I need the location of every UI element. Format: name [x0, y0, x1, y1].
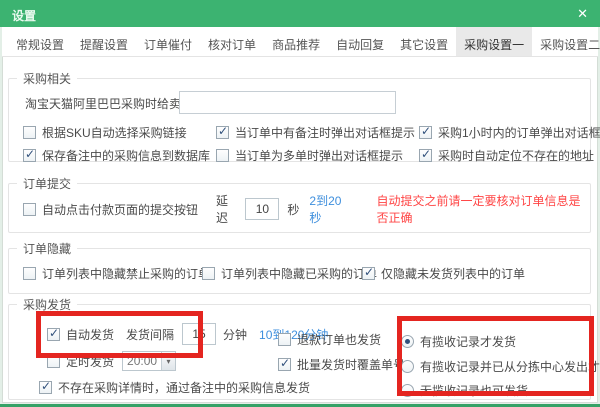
checkbox-icon	[216, 126, 229, 139]
tab-reminder-settings[interactable]: 提醒设置	[72, 27, 136, 56]
section-order-submit: 订单提交 自动点击付款页面的提交按钮 延迟 秒 2到20秒 自动提交之前请一定要…	[8, 183, 591, 233]
tab-general-settings[interactable]: 常规设置	[8, 27, 72, 56]
checkbox-icon	[47, 355, 60, 368]
ship-interval-unit: 分钟	[223, 326, 247, 343]
tab-order-payment-reminder[interactable]: 订单催付	[136, 27, 200, 56]
title-bar: 设置 ✕	[0, 0, 600, 27]
tab-purchase-settings-1[interactable]: 采购设置一	[456, 27, 532, 56]
ship-interval-label: 发货间隔	[126, 326, 174, 343]
section-title: 采购相关	[17, 70, 77, 87]
checkbox-ship-by-remark-info[interactable]: 不存在采购详情时，通过备注中的采购信息发货	[39, 379, 310, 396]
tab-product-recommend[interactable]: 商品推荐	[264, 27, 328, 56]
checkbox-icon	[23, 149, 36, 162]
spinner-dropdown-icon[interactable]: ▾	[161, 352, 175, 370]
checkbox-multi-order-dialog[interactable]: 当订单为多单时弹出对话框提示	[216, 147, 403, 164]
checkbox-remark-dialog[interactable]: 当订单中有备注时弹出对话框提示	[216, 124, 415, 141]
ship-interval-input[interactable]	[182, 323, 216, 345]
close-icon[interactable]: ✕	[577, 6, 588, 21]
section-title: 采购发货	[17, 296, 77, 313]
section-order-hide: 订单隐藏 订单列表中隐藏禁止采购的订单 订单列表中隐藏已采购的订单 仅隐藏未发货…	[8, 248, 591, 294]
checkbox-icon	[419, 149, 432, 162]
checkbox-icon	[39, 381, 52, 394]
checkbox-batch-overwrite-tracking[interactable]: 批量发货时覆盖单号	[278, 356, 405, 373]
checkbox-refund-also-ship[interactable]: 退款订单也发货	[278, 331, 381, 348]
radio-ship-after-sorting-center[interactable]: 有揽收记录并已从分拣中心发出才发货	[401, 358, 600, 375]
seller-message-input[interactable]	[179, 91, 396, 114]
radio-icon	[401, 384, 414, 397]
checkbox-hide-forbidden-orders[interactable]: 订单列表中隐藏禁止采购的订单	[23, 265, 210, 282]
tab-order-check[interactable]: 核对订单	[200, 27, 264, 56]
radio-ship-without-pickup-record[interactable]: 无揽收记录也可发货	[401, 382, 528, 399]
tab-other-settings[interactable]: 其它设置	[392, 27, 456, 56]
checkbox-icon	[23, 126, 36, 139]
delay-label: 延迟	[216, 192, 237, 226]
checkbox-hide-only-unshipped[interactable]: 仅隐藏未发货列表中的订单	[362, 265, 525, 282]
checkbox-icon	[47, 328, 60, 341]
checkbox-hide-purchased-orders[interactable]: 订单列表中隐藏已采购的订单	[202, 265, 377, 282]
delay-input[interactable]	[245, 198, 279, 220]
checkbox-auto-click-submit[interactable]: 自动点击付款页面的提交按钮	[23, 201, 198, 218]
checkbox-icon	[419, 126, 432, 139]
checkbox-icon	[278, 333, 291, 346]
window-title: 设置	[12, 7, 36, 24]
checkbox-icon	[216, 149, 229, 162]
checkbox-1hour-dialog[interactable]: 采购1小时内的订单弹出对话框提示	[419, 124, 600, 141]
checkbox-icon	[23, 267, 36, 280]
checkbox-icon	[362, 267, 375, 280]
checkbox-auto-ship[interactable]: 自动发货	[47, 326, 114, 343]
timed-ship-time-spinner[interactable]: 20:00 ▾	[122, 351, 176, 371]
section-title: 订单隐藏	[17, 240, 77, 257]
section-purchase-ship: 采购发货 自动发货 发货间隔 分钟 10到120分钟 退款订单也发货 有揽收记录…	[8, 304, 591, 400]
checkbox-timed-ship[interactable]: 定时发货	[47, 353, 114, 370]
tab-bar: 常规设置 提醒设置 订单催付 核对订单 商品推荐 自动回复 其它设置 采购设置一…	[2, 27, 598, 57]
radio-icon	[401, 335, 414, 348]
section-purchase-related: 采购相关 淘宝天猫阿里巴巴采购时给卖家留言 根据SKU自动选择采购链接 当订单中…	[8, 78, 591, 162]
radio-ship-with-pickup-record[interactable]: 有揽收记录才发货	[401, 333, 516, 350]
settings-dialog: 设置 ✕ 常规设置 提醒设置 订单催付 核对订单 商品推荐 自动回复 其它设置 …	[0, 0, 600, 407]
checkbox-auto-locate-address[interactable]: 采购时自动定位不存在的地址	[419, 147, 594, 164]
timed-ship-time-value: 20:00	[123, 354, 161, 368]
radio-icon	[401, 360, 414, 373]
section-title: 订单提交	[17, 175, 77, 192]
checkbox-save-remark-db[interactable]: 保存备注中的采购信息到数据库	[23, 147, 210, 164]
submit-warning-text: 自动提交之前请一定要核对订单信息是否正确	[377, 192, 590, 226]
checkbox-icon	[278, 358, 291, 371]
tab-auto-reply[interactable]: 自动回复	[328, 27, 392, 56]
checkbox-sku-auto-link[interactable]: 根据SKU自动选择采购链接	[23, 124, 187, 141]
delay-unit: 秒	[287, 201, 299, 218]
checkbox-icon	[202, 267, 215, 280]
checkbox-icon	[23, 203, 36, 216]
tab-purchase-settings-2[interactable]: 采购设置二	[532, 27, 600, 56]
delay-range-hint: 2到20秒	[309, 192, 348, 226]
